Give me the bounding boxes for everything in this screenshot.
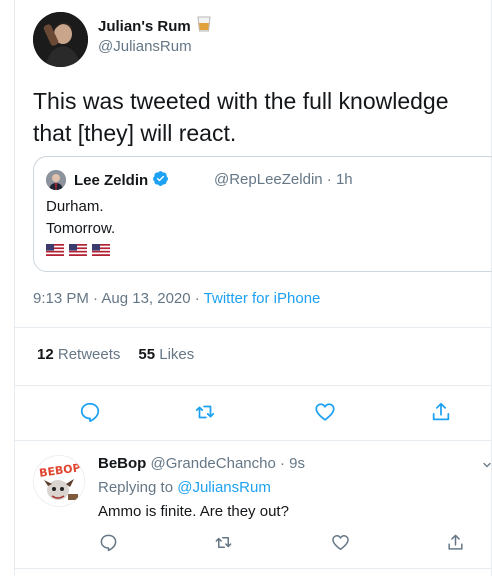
author-handle[interactable]: @JuliansRum: [98, 38, 192, 55]
replying-to-handle[interactable]: @JuliansRum: [177, 479, 271, 496]
us-flag-icon: [92, 244, 110, 256]
replying-to-line: Replying to @JuliansRum: [98, 479, 271, 496]
retweets-label: Retweets: [57, 346, 121, 363]
share-icon[interactable]: [430, 401, 452, 423]
retweets-stat[interactable]: 12 Retweets: [37, 346, 120, 363]
divider: [14, 440, 492, 441]
divider: [14, 327, 492, 328]
quoted-tweet-line-2: Tomorrow.: [46, 220, 116, 237]
likes-count: 55: [138, 346, 156, 363]
reply-meta[interactable]: @GrandeChancho · 9s: [151, 455, 305, 472]
retweet-icon[interactable]: [214, 533, 233, 552]
quoted-author-name: Lee Zeldin: [74, 172, 149, 189]
timeline-left-border: [14, 0, 15, 576]
author-avatar[interactable]: [33, 12, 88, 67]
reply-icon[interactable]: [99, 533, 118, 552]
tweet-source-link[interactable]: Twitter for iPhone: [204, 290, 321, 307]
retweets-count: 12: [37, 346, 54, 363]
likes-stat[interactable]: 55 Likes: [138, 346, 194, 363]
us-flag-icon: [69, 244, 87, 256]
reply-text: Ammo is finite. Are they out?: [98, 503, 289, 520]
tweet-timestamp-row: 9:13 PM · Aug 13, 2020 · Twitter for iPh…: [33, 290, 320, 307]
quoted-tweet-line-1: Durham.: [46, 198, 104, 215]
heart-icon[interactable]: [314, 401, 336, 423]
quoted-author-name-row: Lee Zeldin: [74, 170, 169, 191]
us-flag-icon: [46, 244, 64, 256]
author-name[interactable]: Julian's Rum: [98, 18, 191, 35]
reply-author-avatar[interactable]: BEBOP: [33, 455, 85, 507]
quoted-tweet-card[interactable]: Lee Zeldin @RepLeeZeldin · 1h Durham. To…: [33, 156, 492, 272]
retweet-icon[interactable]: [194, 401, 216, 423]
quoted-author-avatar: [46, 170, 66, 190]
reply-author-row: BeBop @GrandeChancho · 9s: [98, 455, 305, 472]
divider: [14, 385, 492, 386]
rum-glass-icon: [197, 16, 211, 36]
likes-label: Likes: [159, 346, 195, 363]
replying-to-prefix: Replying to: [98, 479, 178, 496]
tweet-timestamp[interactable]: 9:13 PM · Aug 13, 2020 ·: [33, 290, 204, 307]
author-name-row[interactable]: Julian's Rum: [98, 16, 211, 36]
reply-icon[interactable]: [79, 401, 101, 423]
quoted-tweet-meta: @RepLeeZeldin · 1h: [214, 171, 353, 188]
tweet-text: This was tweeted with the full knowledge…: [33, 88, 449, 146]
tweet-stats: 12 Retweets 55 Likes: [37, 346, 194, 363]
reply-author-name[interactable]: BeBop: [98, 455, 146, 472]
share-icon[interactable]: [446, 533, 465, 552]
divider: [14, 568, 492, 569]
quoted-tweet-flags: [46, 244, 110, 256]
verified-badge-icon: [152, 170, 169, 191]
chevron-down-icon[interactable]: [482, 460, 492, 470]
heart-icon[interactable]: [331, 533, 350, 552]
